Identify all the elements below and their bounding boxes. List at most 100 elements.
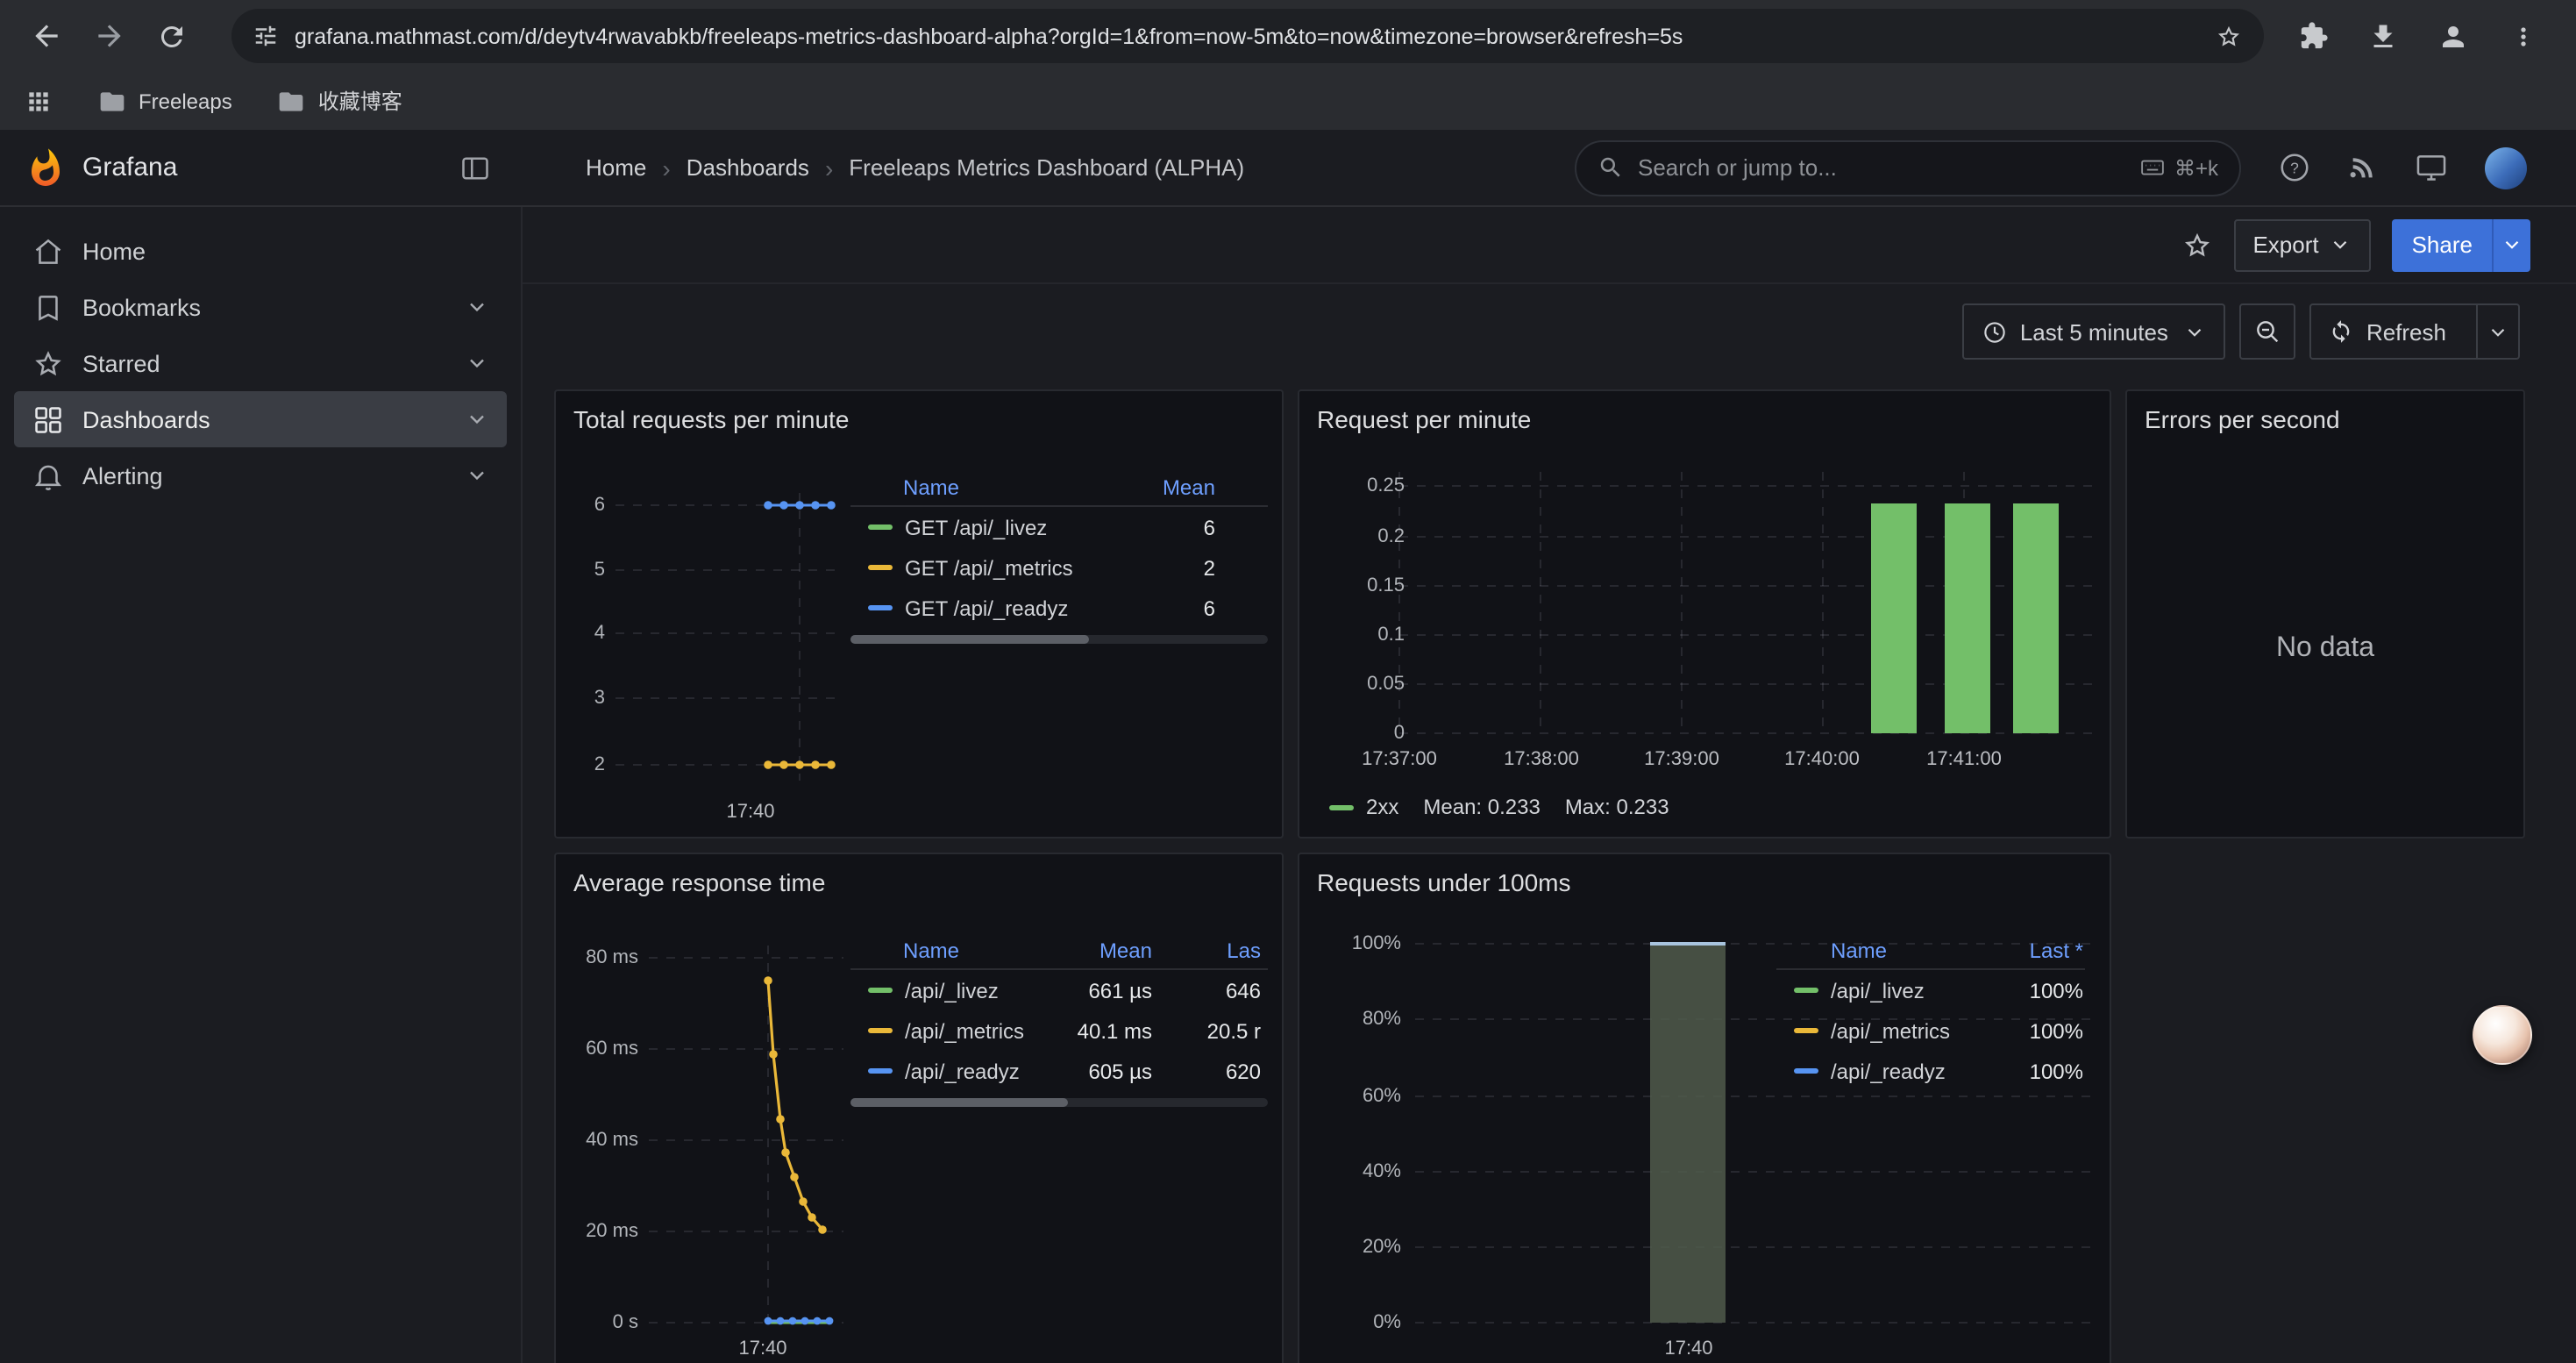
refresh-main[interactable]: Refresh — [2312, 305, 2464, 358]
url-text[interactable]: grafana.mathmast.com/d/deytv4rwavabkb/fr… — [295, 24, 2199, 48]
favorite-star-icon[interactable] — [2181, 229, 2212, 260]
refresh-interval-chevron[interactable] — [2476, 305, 2518, 358]
reload-icon[interactable] — [144, 8, 200, 64]
scrollbar-thumb[interactable] — [850, 635, 1088, 644]
chevron-down-icon[interactable] — [465, 463, 489, 488]
legend-row[interactable]: /api/_metrics 100% — [1776, 1010, 2085, 1051]
series-2xx-bars[interactable] — [1871, 503, 2059, 733]
help-icon[interactable]: ? — [2278, 151, 2311, 184]
series-name[interactable]: /api/_livez — [1831, 978, 1925, 1003]
legend-row[interactable]: /api/_readyz 605 µs 620 — [850, 1051, 1268, 1091]
legend-item-2xx[interactable]: 2xx — [1329, 795, 1398, 819]
legend-header-name[interactable]: Name — [1776, 938, 1987, 962]
chevron-down-icon[interactable] — [465, 295, 489, 319]
series-name[interactable]: /api/_readyz — [905, 1059, 1020, 1083]
zoom-out-button[interactable] — [2240, 303, 2296, 360]
sidebar-toggle-icon[interactable] — [459, 152, 491, 183]
share-menu-chevron[interactable] — [2492, 218, 2530, 271]
folder-icon — [98, 87, 126, 115]
x-tick: 17:37:00 — [1362, 749, 1437, 770]
share-label[interactable]: Share — [2393, 218, 2492, 271]
series-last: 20.5 r — [1170, 1018, 1268, 1043]
downloads-icon[interactable] — [2355, 8, 2411, 64]
share-button[interactable]: Share — [2393, 218, 2530, 271]
y-tick: 20% — [1363, 1237, 1401, 1258]
series-name[interactable]: 2xx — [1366, 795, 1398, 819]
display-monitor-icon[interactable] — [2415, 151, 2448, 184]
panel-title[interactable]: Errors per second — [2145, 405, 2340, 433]
panel-requests-under-100ms: Requests under 100ms — [1298, 853, 2111, 1363]
assistant-avatar-button[interactable] — [2473, 1005, 2532, 1065]
export-button[interactable]: Export — [2233, 218, 2371, 271]
bookmark-item-freeleaps[interactable]: Freeleaps — [98, 87, 232, 115]
series-name[interactable]: /api/_metrics — [1831, 1018, 1950, 1043]
gridlines — [649, 946, 843, 1328]
series-stacked-bar[interactable] — [1650, 944, 1726, 1323]
back-icon[interactable] — [18, 8, 74, 64]
series-name[interactable]: /api/_readyz — [1831, 1059, 1946, 1083]
y-tick: 3 — [594, 688, 605, 709]
series-metrics-line[interactable] — [764, 976, 827, 1234]
legend-row[interactable]: /api/_readyz 100% — [1776, 1051, 2085, 1091]
y-tick: 0.25 — [1367, 475, 1405, 496]
panel-errors-per-second: Errors per second No data — [2125, 389, 2525, 838]
series-name[interactable]: /api/_livez — [905, 978, 999, 1003]
browser-profile-icon[interactable] — [2425, 8, 2481, 64]
series-mean: 2 — [1121, 555, 1219, 580]
scrollbar-thumb[interactable] — [850, 1098, 1068, 1107]
news-rss-icon[interactable] — [2348, 153, 2378, 182]
apps-grid-icon[interactable] — [25, 87, 53, 115]
legend-row[interactable]: /api/_livez 100% — [1776, 970, 2085, 1010]
breadcrumb: Home › Dashboards › Freeleaps Metrics Da… — [586, 153, 1244, 182]
series-name[interactable]: GET /api/_readyz — [905, 596, 1068, 620]
clock-icon — [1982, 318, 2008, 345]
search-box[interactable]: ⌘+k — [1575, 139, 2241, 196]
y-tick: 60% — [1363, 1086, 1401, 1107]
legend-row[interactable]: /api/_metrics 40.1 ms 20.5 r — [850, 1010, 1268, 1051]
refresh-button[interactable]: Refresh — [2310, 303, 2520, 360]
legend-header-last[interactable]: Las — [1170, 938, 1268, 962]
legend-header-mean[interactable]: Mean — [1121, 475, 1219, 499]
address-bar[interactable]: grafana.mathmast.com/d/deytv4rwavabkb/fr… — [231, 9, 2264, 63]
search-input[interactable] — [1638, 154, 2125, 181]
legend-row[interactable]: GET /api/_livez 6 — [850, 507, 1268, 547]
legend-row[interactable]: GET /api/_metrics 2 — [850, 547, 1268, 588]
series-last: 100% — [1987, 978, 2085, 1003]
bookmark-item-blog[interactable]: 收藏博客 — [278, 86, 402, 116]
breadcrumb-home[interactable]: Home — [586, 154, 646, 181]
legend-header-last[interactable]: Last * — [1987, 938, 2085, 962]
time-range-picker[interactable]: Last 5 minutes — [1962, 303, 2226, 360]
series-name[interactable]: /api/_metrics — [905, 1018, 1024, 1043]
folder-icon — [278, 87, 306, 115]
dashboard-canvas: Last 5 minutes Refresh — [523, 284, 2576, 1363]
sidebar-item-home[interactable]: Home — [14, 223, 507, 279]
extensions-icon[interactable] — [2285, 8, 2341, 64]
legend-header-name[interactable]: Name — [850, 475, 1121, 499]
sidebar-item-alerting[interactable]: Alerting — [14, 447, 507, 503]
series-readyz-line[interactable] — [764, 501, 836, 510]
legend-row[interactable]: /api/_livez 661 µs 646 — [850, 970, 1268, 1010]
legend-row[interactable]: GET /api/_readyz 6 — [850, 588, 1268, 628]
series-name[interactable]: GET /api/_metrics — [905, 555, 1073, 580]
forward-icon[interactable] — [81, 8, 137, 64]
sidebar-item-bookmarks[interactable]: Bookmarks — [14, 279, 507, 335]
chevron-down-icon[interactable] — [465, 351, 489, 375]
sidebar-item-dashboards[interactable]: Dashboards — [14, 391, 507, 447]
browser-action-icons — [2285, 8, 2558, 64]
legend-scrollbar[interactable] — [850, 635, 1268, 644]
breadcrumb-dashboards[interactable]: Dashboards — [687, 154, 809, 181]
legend-scrollbar[interactable] — [850, 1098, 1268, 1107]
chevron-down-icon[interactable] — [465, 407, 489, 432]
series-metrics-line[interactable] — [764, 760, 836, 769]
browser-menu-kebab-icon[interactable] — [2495, 8, 2551, 64]
site-info-icon[interactable] — [253, 23, 279, 49]
user-avatar[interactable] — [2485, 146, 2527, 189]
bookmark-star-icon[interactable] — [2215, 22, 2243, 50]
series-name[interactable]: GET /api/_livez — [905, 515, 1047, 539]
grafana-logo[interactable] — [25, 146, 67, 189]
sidebar-item-starred[interactable]: Starred — [14, 335, 507, 391]
legend-header-mean[interactable]: Mean — [1064, 938, 1170, 962]
series-last: 620 — [1170, 1059, 1268, 1083]
chevron-down-icon — [2330, 233, 2352, 256]
legend-header-name[interactable]: Name — [850, 938, 1064, 962]
